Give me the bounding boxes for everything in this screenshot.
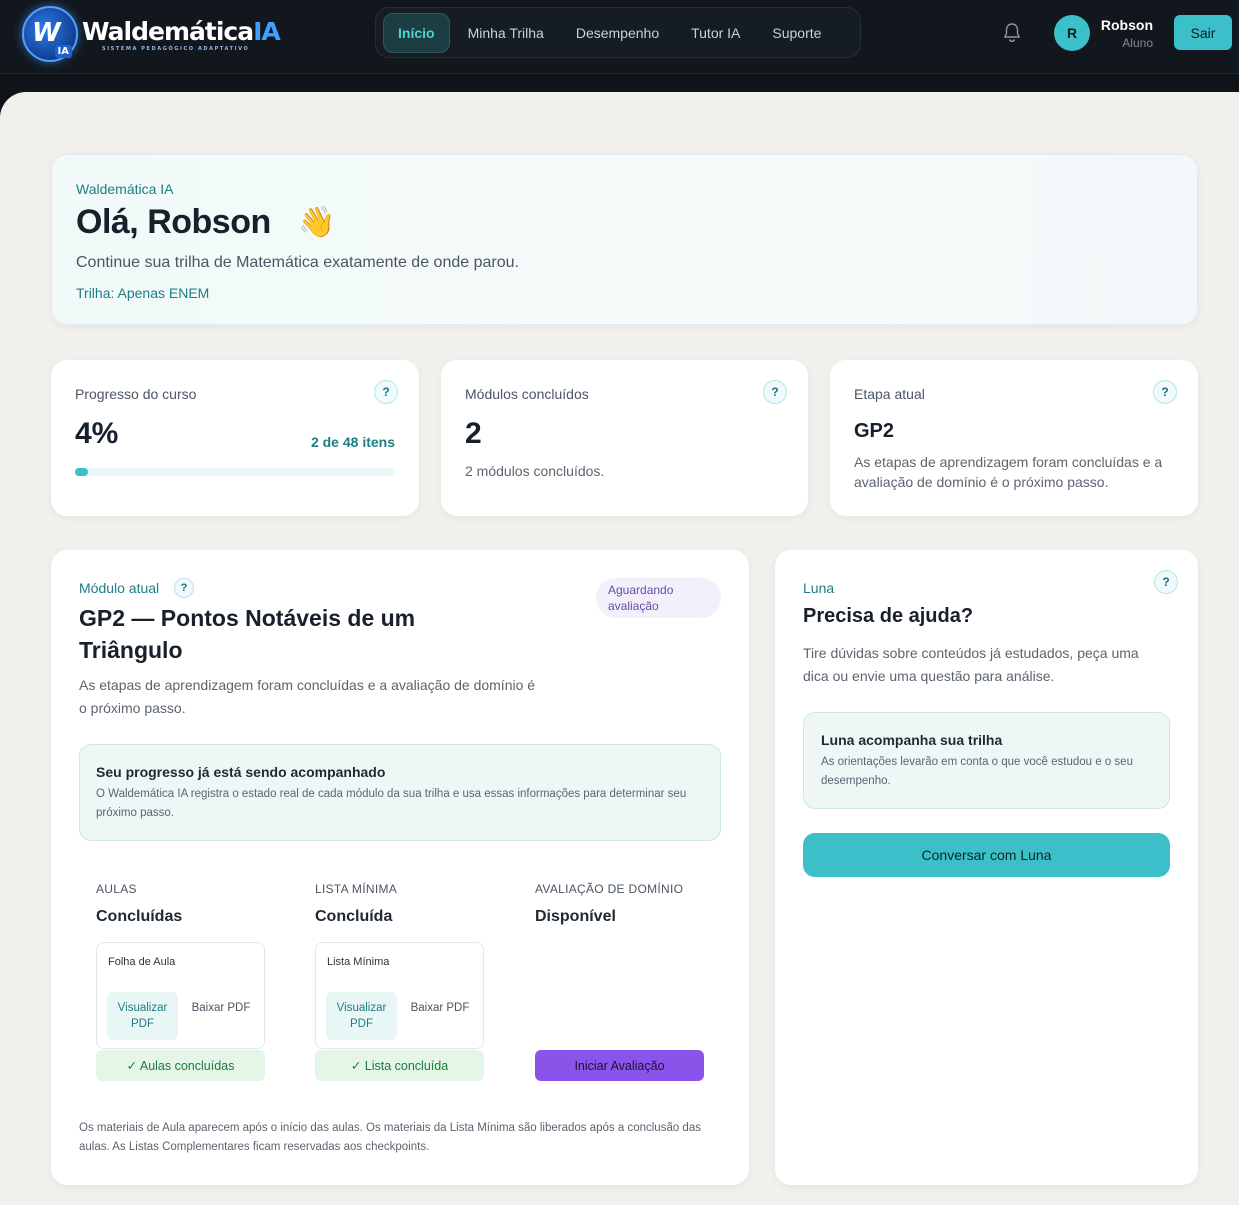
progress-card: Progresso do curso ? 4% 2 de 48 itens <box>51 360 419 516</box>
download-pdf-button[interactable]: Baixar PDF <box>188 992 254 1040</box>
aulas-column: AULAS Concluídas Folha de Aula Visualiza… <box>96 882 266 1081</box>
tracking-text: O Waldemática IA registra o estado real … <box>96 788 687 819</box>
help-icon[interactable]: ? <box>1153 380 1177 404</box>
waving-hand-icon: 👋 <box>298 206 336 239</box>
progress-label: Progresso do curso <box>75 386 197 402</box>
luna-info-box: Luna acompanha sua trilha As orientações… <box>803 712 1170 809</box>
lista-file-card: Lista Mínima Visualizar PDF Baixar PDF <box>315 942 484 1049</box>
lista-done-badge: ✓ Lista concluída <box>315 1050 484 1081</box>
brand-label: Waldemática IA <box>76 181 174 197</box>
modules-value: 2 <box>465 417 482 450</box>
tab-suporte[interactable]: Suporte <box>758 14 835 52</box>
avaliacao-caption: AVALIAÇÃO DE DOMÍNIO <box>535 882 684 896</box>
progress-bar <box>75 468 395 476</box>
welcome-card: Waldemática IA Olá, Robson 👋 Continue su… <box>51 154 1198 325</box>
lista-column: LISTA MÍNIMA Concluída Lista Mínima Visu… <box>315 882 485 1081</box>
user-role: Aluno <box>1122 36 1153 50</box>
help-icon[interactable]: ? <box>174 578 194 598</box>
modules-label: Módulos concluídos <box>465 386 589 402</box>
tab-inicio[interactable]: Início <box>383 12 450 53</box>
aulas-done-badge: ✓ Aulas concluídas <box>96 1050 265 1081</box>
module-footnote: Os materiais de Aula aparecem após o iní… <box>79 1122 701 1153</box>
luna-help-card: Luna ? Precisa de ajuda? Tire dúvidas so… <box>775 550 1198 1185</box>
view-pdf-button[interactable]: Visualizar PDF <box>326 992 397 1040</box>
tab-minha-trilha[interactable]: Minha Trilha <box>454 14 558 52</box>
progress-value: 4% <box>75 417 119 450</box>
module-kicker: Módulo atual <box>79 580 160 596</box>
logo-name: WaldemáticaIA <box>82 16 281 46</box>
avatar[interactable]: R <box>1054 15 1090 51</box>
view-pdf-button[interactable]: Visualizar PDF <box>107 992 178 1040</box>
help-icon[interactable]: ? <box>374 380 398 404</box>
module-title: GP2 — Pontos Notáveis de um Triângulo <box>79 605 416 663</box>
module-desc: As etapas de aprendizagem foram concluíd… <box>79 677 536 716</box>
stage-card: Etapa atual ? GP2 As etapas de aprendiza… <box>830 360 1198 516</box>
status-badge: Aguardando avaliação <box>596 578 721 618</box>
file-name: Folha de Aula <box>108 956 176 968</box>
aulas-caption: AULAS <box>96 882 137 896</box>
logo-badge-icon: W IA <box>22 6 78 62</box>
progress-items: 2 de 48 itens <box>310 434 395 450</box>
logo[interactable]: W IA WaldemáticaIA SISTEMA PEDAGÓGICO AD… <box>22 6 281 62</box>
help-icon[interactable]: ? <box>763 380 787 404</box>
lista-caption: LISTA MÍNIMA <box>315 882 398 896</box>
aulas-file-card: Folha de Aula Visualizar PDF Baixar PDF <box>96 942 265 1049</box>
modules-card: Módulos concluídos ? 2 2 módulos concluí… <box>441 360 808 516</box>
logout-button[interactable]: Sair <box>1174 15 1232 50</box>
chat-with-luna-button[interactable]: Conversar com Luna <box>803 833 1170 877</box>
greeting-title: Olá, Robson <box>76 203 271 241</box>
stage-label: Etapa atual <box>854 386 925 402</box>
luna-title: Precisa de ajuda? <box>803 605 974 627</box>
logo-tagline: SISTEMA PEDAGÓGICO ADAPTATIVO <box>102 45 250 52</box>
aulas-status: Concluídas <box>96 908 183 925</box>
tab-desempenho[interactable]: Desempenho <box>562 14 673 52</box>
progress-bar-fill <box>75 468 88 476</box>
luna-kicker: Luna <box>803 580 835 596</box>
tracking-info-box: Seu progresso já está sendo acompanhado … <box>79 744 721 841</box>
bell-icon[interactable] <box>1002 22 1022 44</box>
tracking-title: Seu progresso já está sendo acompanhado <box>96 764 386 780</box>
current-module-card: Módulo atual ? Aguardando avaliação GP2 … <box>51 550 749 1185</box>
main-tabs: Início Minha Trilha Desempenho Tutor IA … <box>375 7 861 58</box>
luna-desc: Tire dúvidas sobre conteúdos já estudado… <box>803 645 1139 684</box>
lista-status: Concluída <box>315 908 393 925</box>
user-name: Robson <box>1100 17 1153 33</box>
file-name: Lista Mínima <box>327 956 390 968</box>
tab-tutor-ia[interactable]: Tutor IA <box>677 14 754 52</box>
welcome-subtitle: Continue sua trilha de Matemática exatam… <box>76 254 519 271</box>
avaliacao-column: AVALIAÇÃO DE DOMÍNIO Disponível Iniciar … <box>535 882 705 1081</box>
avaliacao-status: Disponível <box>535 908 616 925</box>
modules-desc: 2 módulos concluídos. <box>465 463 605 479</box>
help-icon[interactable]: ? <box>1154 570 1178 594</box>
luna-box-text: As orientações levarão em conta o que vo… <box>821 756 1133 787</box>
stage-value: GP2 <box>854 420 895 442</box>
download-pdf-button[interactable]: Baixar PDF <box>407 992 473 1040</box>
luna-box-title: Luna acompanha sua trilha <box>821 732 1003 748</box>
start-assessment-button[interactable]: Iniciar Avaliação <box>535 1050 704 1081</box>
stage-desc: As etapas de aprendizagem foram concluíd… <box>854 454 1163 490</box>
trail-label: Trilha: Apenas ENEM <box>76 285 210 301</box>
top-navbar: W IA WaldemáticaIA SISTEMA PEDAGÓGICO AD… <box>0 0 1239 74</box>
